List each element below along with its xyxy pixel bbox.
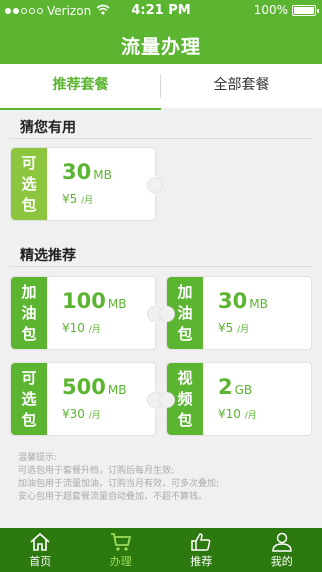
tab-all-packages[interactable]: 全部套餐 — [161, 64, 322, 108]
tabbar-item-recommend[interactable]: 推荐 — [161, 528, 242, 572]
package-amount: 2 GB — [218, 375, 253, 399]
package-price: ¥10 /月 — [62, 321, 101, 335]
tab-divider — [160, 74, 161, 98]
status-bar: Verizon 4:21 PM 100% — [0, 0, 322, 22]
tab-recommended[interactable]: 推荐套餐 — [0, 64, 161, 110]
battery-status: 100% — [253, 3, 319, 17]
package-amount: 500 MB — [62, 375, 127, 399]
tips-line: 安心包用于超套餐流量自动叠加，不超不算钱。 — [18, 492, 208, 502]
page-title: 流量办理 — [120, 36, 201, 58]
package-price: ¥10 /月 — [218, 407, 257, 421]
battery-icon — [292, 4, 319, 16]
package-card[interactable]: 可 选 包 500 MB ¥30 /月 — [10, 362, 163, 436]
tabbar-item-home[interactable]: 首页 — [0, 528, 81, 572]
section-divider — [10, 266, 312, 267]
header: Verizon 4:21 PM 100% 流量办理 — [0, 0, 322, 64]
cart-icon — [110, 533, 131, 551]
package-amount: 30 MB — [218, 289, 268, 313]
package-price: ¥30 /月 — [62, 407, 101, 421]
package-tag: 加 油 包 — [11, 277, 47, 349]
tabbar-item-handle[interactable]: 办理 — [81, 528, 162, 572]
user-icon — [271, 532, 292, 552]
package-tag: 可 选 包 — [11, 148, 47, 220]
tabbar-item-mine[interactable]: 我的 — [242, 528, 322, 572]
package-tag: 可 选 包 — [11, 363, 47, 435]
tips-text: 温馨提示: 可选包用于套餐升档，订购后每月生效; 加油包用于流量加油，订购当月有… — [18, 452, 314, 504]
package-card-guess[interactable]: 可 选 包 30 MB ¥5 /月 — [10, 147, 163, 221]
tips-line: 加油包用于流量加油，订购当月有效，可多次叠加; — [18, 479, 220, 489]
bottom-tab-bar: 首页 办理 推荐 我的 — [0, 528, 322, 572]
tips-heading: 温馨提示: — [18, 453, 58, 463]
tips-line: 可选包用于套餐升档，订购后每月生效; — [18, 466, 175, 476]
package-amount: 100 MB — [62, 289, 127, 313]
package-card[interactable]: 视 频 包 2 GB ¥10 /月 — [159, 362, 312, 436]
section-divider — [10, 138, 312, 139]
package-amount: 30 MB — [62, 160, 112, 184]
battery-percent: 100% — [253, 3, 288, 17]
section-title-guess: 猜您有用 — [20, 120, 76, 136]
ticket-notch — [159, 306, 175, 322]
package-card[interactable]: 加 油 包 100 MB ¥10 /月 — [10, 276, 163, 350]
package-price: ¥5 /月 — [62, 192, 94, 206]
package-price: ¥5 /月 — [218, 321, 250, 335]
thumbs-up-icon — [191, 533, 211, 551]
home-icon — [30, 532, 50, 551]
package-card[interactable]: 加 油 包 30 MB ¥5 /月 — [159, 276, 312, 350]
package-tabs: 推荐套餐 全部套餐 — [0, 64, 322, 110]
ticket-notch — [159, 392, 175, 408]
section-title-featured: 精选推荐 — [20, 248, 76, 264]
